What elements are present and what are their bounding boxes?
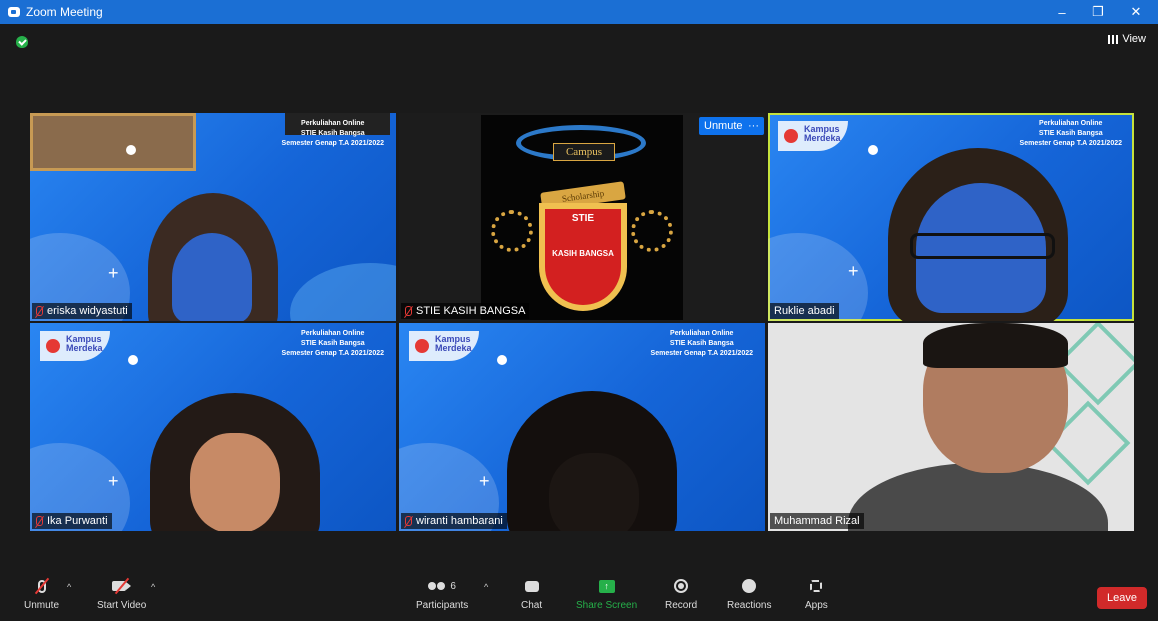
bg-dot [126, 145, 136, 155]
participants-count: 6 [450, 580, 456, 592]
maximize-button[interactable]: ❐ [1080, 0, 1116, 24]
banner-text: Perkuliahan Online STIE Kasih Bangsa Semes… [650, 330, 753, 357]
bg-plus: + [108, 471, 119, 491]
kampus-merdeka-logo: Kampus Merdeka [409, 331, 479, 361]
name-tag: wiranti hambarani [401, 513, 507, 529]
participant-face [549, 453, 639, 531]
wall-frame [30, 113, 196, 171]
video-tile-eriska[interactable]: Perkuliahan Online STIE Kasih Bangsa Semes… [30, 113, 396, 321]
share-screen-icon: ↑ [597, 578, 617, 594]
record-icon [671, 578, 691, 594]
window-title-bar: Zoom Meeting [0, 0, 1158, 24]
crest-center-text: STIE [571, 213, 595, 224]
participant-shirt [848, 463, 1108, 531]
bg-plus: + [479, 471, 490, 491]
crest-shield: STIE KASIH BANGSA [539, 203, 627, 311]
video-tile-ika[interactable]: Kampus Merdeka Perkuliahan Online STIE Kas… [30, 323, 396, 531]
name-tag: Ruklie abadi [770, 303, 839, 319]
key-right-icon [631, 210, 673, 252]
kampus-merdeka-logo: Kampus Merdeka [40, 331, 110, 361]
video-tile-rizal[interactable]: Muhammad Rizal [768, 323, 1134, 531]
video-tile-wiranti[interactable]: Kampus Merdeka Perkuliahan Online STIE Kas… [399, 323, 765, 531]
bg-plus: + [108, 263, 119, 283]
share-screen-button[interactable]: ↑ Share Screen [576, 578, 637, 611]
meeting-top-bar [0, 24, 1158, 62]
chat-icon [522, 578, 542, 594]
mic-muted-icon [405, 306, 412, 316]
video-off-icon [112, 577, 132, 595]
window-title: Zoom Meeting [26, 5, 103, 19]
key-left-icon [491, 210, 533, 252]
glasses [910, 233, 1055, 259]
name-tag: eriska widyastuti [32, 303, 132, 319]
security-shield-icon[interactable] [16, 36, 28, 48]
leave-button[interactable]: Leave [1097, 587, 1147, 609]
mic-muted-icon [36, 306, 43, 316]
participant-hair [923, 323, 1068, 368]
bg-blob [290, 263, 396, 321]
participant-face [172, 233, 252, 321]
chat-button[interactable]: Chat [521, 578, 542, 611]
bg-dot [868, 145, 878, 155]
name-tag: Ika Purwanti [32, 513, 112, 529]
unmute-button[interactable]: Unmute [24, 577, 59, 611]
record-button[interactable]: Record [665, 578, 697, 611]
video-tile-ruklie[interactable]: Kampus Merdeka Perkuliahan Online STIE Kas… [768, 113, 1134, 321]
minimize-button[interactable]: – [1044, 0, 1080, 24]
zoom-app-icon [8, 7, 20, 17]
close-button[interactable]: ✕ [1118, 0, 1154, 24]
bg-dot [497, 355, 507, 365]
reactions-icon [739, 578, 759, 594]
participants-button[interactable]: 6 Participants [416, 578, 468, 612]
mic-muted-icon [32, 577, 52, 595]
participants-options-caret[interactable]: ^ [484, 582, 488, 592]
banner-text: Perkuliahan Online STIE Kasih Bangsa Semes… [281, 120, 384, 147]
mic-muted-icon [36, 516, 43, 526]
bg-dot [128, 355, 138, 365]
name-tag: Muhammad Rizal [770, 513, 864, 529]
crest-logo: Campus Scholarship STIE KASIH BANGSA [481, 115, 683, 320]
crest-shield-inner: STIE KASIH BANGSA [545, 209, 621, 305]
crest-shield-text: KASIH BANGSA [552, 249, 614, 258]
participants-icon: 6 [422, 578, 462, 594]
mic-muted-icon [405, 516, 412, 526]
reactions-button[interactable]: Reactions [727, 578, 771, 611]
audio-options-caret[interactable]: ^ [67, 582, 71, 592]
banner-text: Perkuliahan Online STIE Kasih Bangsa Semes… [281, 330, 384, 357]
view-label: View [1122, 33, 1146, 45]
tile-more-button[interactable]: ··· [743, 117, 764, 135]
view-button[interactable]: View [1108, 33, 1146, 45]
video-tile-stie[interactable]: Campus Scholarship STIE KASIH BANGSA STI… [399, 113, 765, 321]
grid-icon [1108, 34, 1119, 44]
bg-plus: + [848, 261, 859, 281]
start-video-button[interactable]: Start Video [97, 577, 146, 611]
apps-icon [806, 578, 826, 594]
banner-text: Perkuliahan Online STIE Kasih Bangsa Semes… [1019, 120, 1122, 147]
participant-face [190, 433, 280, 531]
video-options-caret[interactable]: ^ [151, 582, 155, 592]
apps-button[interactable]: Apps [805, 578, 828, 611]
ask-to-unmute-button[interactable]: Unmute [699, 117, 748, 135]
name-tag: STIE KASIH BANGSA [401, 303, 530, 319]
crest-top-text: Campus [553, 143, 615, 161]
kampus-merdeka-logo: Kampus Merdeka [778, 121, 848, 151]
